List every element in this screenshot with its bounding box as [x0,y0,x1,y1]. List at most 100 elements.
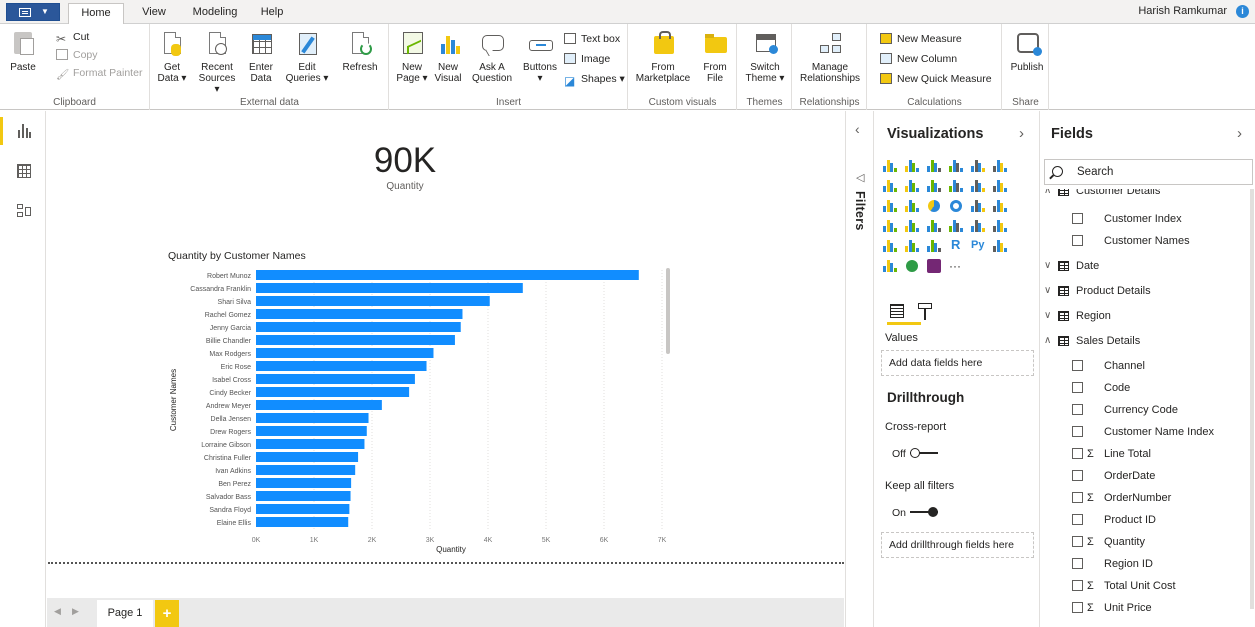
add-page-button[interactable]: + [155,600,179,627]
field-checkbox[interactable] [1072,426,1083,437]
buttons-button[interactable]: Buttons ▾ [520,30,560,84]
filters-pane-label[interactable]: Filters [853,191,867,231]
stacked-area-visual-icon[interactable] [927,179,941,193]
shapes-button[interactable]: ◪ Shapes ▾ [564,70,625,88]
bar[interactable] [256,335,455,345]
field-product-id[interactable]: Product ID [1041,509,1241,531]
card-visual-icon[interactable] [949,219,963,233]
refresh-button[interactable]: Refresh [339,30,381,73]
bar[interactable] [256,504,350,514]
manage-relationships-button[interactable]: Manage Relationships [797,30,863,84]
bar[interactable] [256,517,349,527]
bar[interactable] [256,491,351,501]
bar[interactable] [256,309,463,319]
new-measure-button[interactable]: New Measure [880,30,962,48]
previous-page-icon[interactable]: ◀ [54,606,61,617]
chevron-right-icon[interactable]: › [1237,125,1242,142]
bar[interactable] [256,322,461,332]
chevron-down-icon[interactable]: ∨ [1044,255,1051,277]
values-drop-zone[interactable]: Add data fields here [881,350,1034,376]
field-table-date[interactable]: ∨ Date [1041,255,1241,277]
field-checkbox[interactable] [1072,514,1083,525]
report-view-button[interactable] [0,113,46,149]
line-column-visual-icon[interactable] [949,179,963,193]
field-table-customer-details[interactable]: ∧ Customer Details [1041,189,1241,202]
globe-map-visual-icon[interactable] [905,259,919,273]
gauge-visual-icon[interactable] [927,219,941,233]
image-button[interactable]: Image [564,50,610,68]
ask-question-button[interactable]: Ask A Question [470,30,514,84]
field-region-id[interactable]: Region ID [1041,553,1241,575]
clustered-bar-visual-icon[interactable] [927,159,941,173]
paste-button[interactable]: Paste [8,30,38,73]
fields-well-tab[interactable] [887,301,907,321]
get-data-button[interactable]: Get Data ▾ [157,30,187,84]
decomposition-tree-visual-icon[interactable] [883,259,897,273]
edit-queries-button[interactable]: Edit Queries ▾ [285,30,329,84]
bar[interactable] [256,270,639,280]
python-visual-visual-icon[interactable]: Py [971,239,985,253]
chevron-down-icon[interactable]: ∨ [1044,280,1051,302]
bar[interactable] [256,361,427,371]
field-checkbox[interactable] [1072,213,1083,224]
line-visual-icon[interactable] [883,179,897,193]
data-view-button[interactable] [0,153,46,189]
chevron-down-icon[interactable]: ∨ [1044,305,1051,327]
area-visual-icon[interactable] [905,179,919,193]
field-checkbox[interactable] [1072,558,1083,569]
recent-sources-button[interactable]: Recent Sources ▾ [195,30,239,95]
kpi-visual-icon[interactable] [993,219,1007,233]
switch-theme-button[interactable]: Switch Theme ▾ [744,30,786,84]
stacked-bar-visual-icon[interactable] [883,159,897,173]
field-channel[interactable]: Channel [1041,355,1241,377]
clustered-column-visual-icon[interactable] [949,159,963,173]
field-total-unit-cost[interactable]: Σ Total Unit Cost [1041,575,1241,597]
field-table-product-details[interactable]: ∨ Product Details [1041,280,1241,302]
new-column-button[interactable]: New Column [880,50,957,68]
bar[interactable] [256,296,490,306]
field-checkbox[interactable] [1072,235,1083,246]
field-checkbox[interactable] [1072,360,1083,371]
ribbon-visual-icon[interactable] [993,179,1007,193]
keep-all-filters-toggle[interactable] [910,506,938,518]
bar[interactable] [256,283,523,293]
field-checkbox[interactable] [1072,580,1083,591]
enter-data-button[interactable]: Enter Data [245,30,277,84]
file-menu-button[interactable]: ▼ [6,3,60,21]
bar[interactable] [256,439,365,449]
field-table-sales-details[interactable]: ∧ Sales Details [1041,330,1241,352]
field-checkbox[interactable] [1072,492,1083,503]
field-currency-code[interactable]: Currency Code [1041,399,1241,421]
signed-in-user[interactable]: Harish Ramkumar [1138,5,1227,17]
chart-scrollbar[interactable] [666,268,670,354]
field-orderdate[interactable]: OrderDate [1041,465,1241,487]
slicer-visual-icon[interactable] [883,239,897,253]
field-customer-names[interactable]: Customer Names [1041,230,1241,252]
field-checkbox[interactable] [1072,448,1083,459]
field-checkbox[interactable] [1072,470,1083,481]
page-tab-page-1[interactable]: Page 1 [97,600,153,627]
cross-report-toggle[interactable] [910,447,938,459]
tab-modeling[interactable]: Modeling [186,3,244,24]
next-page-icon[interactable]: ▶ [72,606,79,617]
bar[interactable] [256,478,352,488]
scatter-visual-icon[interactable] [905,199,919,213]
field-unit-price[interactable]: Σ Unit Price [1041,597,1241,619]
field-quantity[interactable]: Σ Quantity [1041,531,1241,553]
format-painter-button[interactable]: 🖌 Format Painter [56,64,142,82]
chevron-up-icon[interactable]: ∧ [1044,330,1051,352]
text-box-button[interactable]: Text box [564,30,620,48]
chevron-right-icon[interactable]: › [1019,125,1024,142]
pie-visual-icon[interactable] [927,199,941,213]
drillthrough-drop-zone[interactable]: Add drillthrough fields here [881,532,1034,558]
chevron-up-icon[interactable]: ∧ [1044,189,1051,202]
bar[interactable] [256,413,369,423]
field-line-total[interactable]: Σ Line Total [1041,443,1241,465]
model-view-button[interactable] [0,193,46,229]
card-visual-value[interactable]: 90K [330,142,480,180]
key-influencers-visual-icon[interactable] [993,239,1007,253]
help-icon[interactable]: i [1236,5,1249,18]
field-customer-index[interactable]: Customer Index [1041,208,1241,230]
new-page-button[interactable]: New Page ▾ [396,30,428,84]
bar[interactable] [256,452,359,462]
